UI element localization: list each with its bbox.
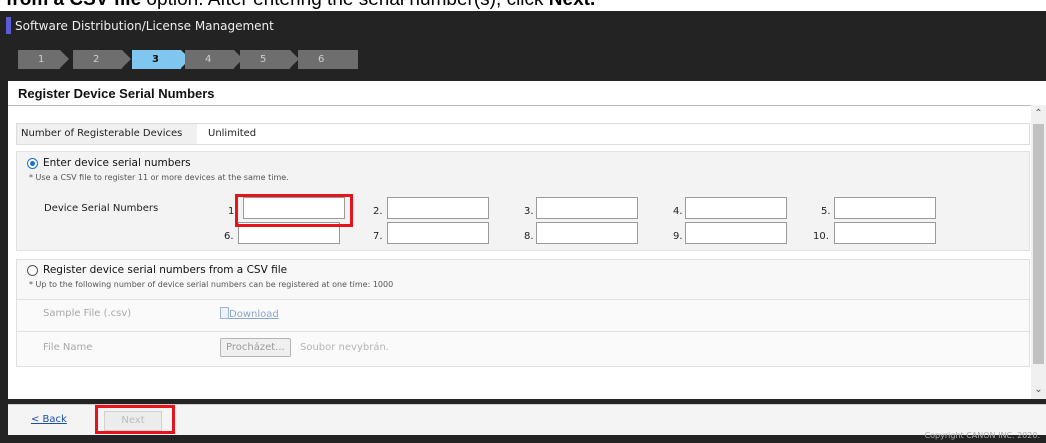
serial-input-3[interactable]: [536, 197, 638, 219]
serial-input-9[interactable]: [685, 222, 787, 244]
app-title: Software Distribution/License Management: [15, 19, 274, 33]
field-number: 6.: [224, 231, 234, 242]
serial-input-4[interactable]: [685, 197, 787, 219]
manual-entry-block: Enter device serial numbers * Use a CSV …: [16, 151, 1030, 251]
step-label: 5: [260, 54, 267, 65]
serial-input-10[interactable]: [834, 222, 936, 244]
highlight-box: [235, 194, 353, 227]
field-number: 5.: [821, 206, 831, 217]
caption-prefix: from a CSV file: [6, 0, 141, 10]
scroll-thumb[interactable]: [1033, 124, 1044, 364]
step-3-current: 3: [132, 50, 190, 69]
serial-input-7[interactable]: [387, 222, 489, 244]
file-name-label: File Name: [43, 342, 93, 353]
radio-unchecked-icon[interactable]: [27, 265, 38, 276]
field-number: 2.: [373, 206, 383, 217]
field-number: 4.: [673, 206, 683, 217]
step-2: 2: [73, 50, 131, 69]
csv-option-label[interactable]: Register device serial numbers from a CS…: [43, 264, 287, 276]
registerable-devices-row: Number of Registerable Devices Unlimited: [16, 123, 1030, 145]
field-number: 9.: [673, 231, 683, 242]
registerable-value: Unlimited: [208, 128, 257, 139]
scroll-up-icon[interactable]: ⌃: [1032, 107, 1045, 121]
caption-bold: Next.: [549, 0, 595, 10]
file-name-row: File Name Procházet... Soubor nevybrán.: [17, 331, 1029, 366]
highlight-box: [95, 405, 175, 434]
footer-bar: < Back Next: [8, 404, 1046, 435]
radio-checked-icon[interactable]: [27, 158, 38, 169]
step-label: 3: [152, 54, 159, 65]
manual-entry-note: * Use a CSV file to register 11 or more …: [29, 173, 289, 182]
sample-file-row: Sample File (.csv) Download: [17, 299, 1029, 330]
step-label: 1: [38, 54, 45, 65]
registerable-label: Number of Registerable Devices: [21, 128, 183, 139]
csv-note: * Up to the following number of device s…: [29, 280, 394, 289]
field-number: 3.: [524, 206, 534, 217]
step-label: 2: [93, 54, 100, 65]
step-label: 6: [318, 54, 325, 65]
scroll-down-icon[interactable]: ⌄: [1032, 383, 1045, 397]
file-status-text: Soubor nevybrán.: [300, 342, 389, 353]
browse-button[interactable]: Procházet...: [220, 338, 291, 357]
step-6: 6: [298, 50, 358, 69]
step-4: 4: [185, 50, 243, 69]
serial-input-2[interactable]: [387, 197, 489, 219]
step-1: 1: [18, 50, 69, 69]
field-number: 10.: [813, 231, 829, 242]
back-link[interactable]: < Back: [31, 414, 67, 425]
title-accent-bar: [6, 17, 11, 34]
serial-input-8[interactable]: [536, 222, 638, 244]
wizard-stepper: 1 2 3 4 5 6: [0, 44, 1046, 74]
serial-numbers-label: Device Serial Numbers: [44, 203, 159, 214]
manual-entry-option-label[interactable]: Enter device serial numbers: [43, 157, 191, 169]
csv-block: Register device serial numbers from a CS…: [16, 259, 1030, 367]
step-label: 4: [205, 54, 212, 65]
field-number: 8.: [524, 231, 534, 242]
download-link[interactable]: Download: [229, 309, 279, 320]
field-number: 7.: [373, 231, 383, 242]
vertical-scrollbar[interactable]: ⌃ ⌄: [1031, 105, 1046, 399]
section-header: Register Device Serial Numbers: [8, 81, 1046, 106]
title-bar: Software Distribution/License Management: [0, 11, 1046, 41]
section-title: Register Device Serial Numbers: [18, 86, 215, 101]
download-icon: [220, 307, 229, 319]
registerable-label-cell: Number of Registerable Devices: [17, 124, 197, 144]
main-panel: Register Device Serial Numbers Number of…: [8, 81, 1046, 399]
document-caption: from a CSV file option. After entering t…: [0, 0, 1046, 11]
app-window: Software Distribution/License Management…: [0, 11, 1046, 443]
copyright-text: Copyright CANON INC. 2020.: [924, 431, 1040, 440]
step-5: 5: [240, 50, 299, 69]
caption-middle: option. After entering the serial number…: [141, 0, 549, 10]
sample-file-label: Sample File (.csv): [43, 308, 132, 319]
serial-input-5[interactable]: [834, 197, 936, 219]
